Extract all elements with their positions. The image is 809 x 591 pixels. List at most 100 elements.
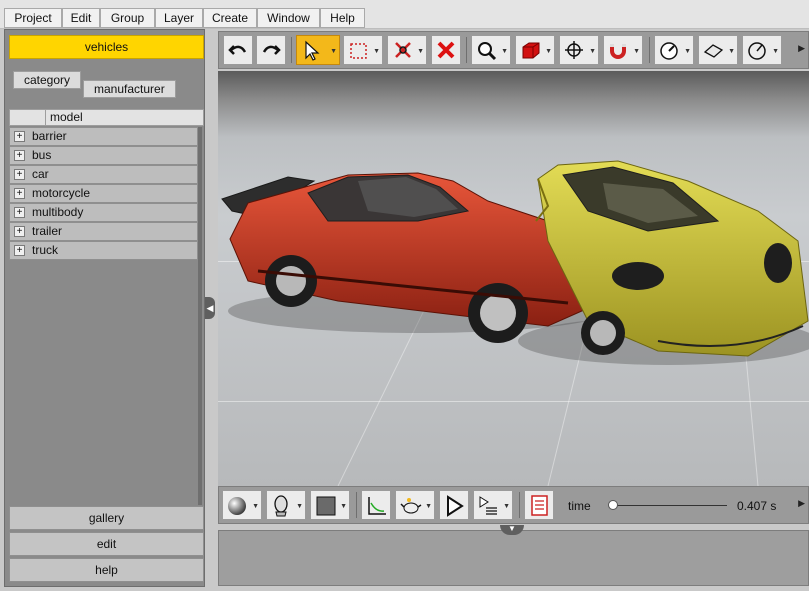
create-object-button[interactable]: ▼ <box>515 35 555 65</box>
dropdown-arrow-icon: ▼ <box>684 48 691 55</box>
gallery-button[interactable]: gallery <box>9 506 204 530</box>
expand-icon[interactable]: + <box>14 188 25 199</box>
undo-icon <box>228 45 247 55</box>
material-button[interactable]: ▼ <box>222 490 262 520</box>
select-pointer-icon <box>305 40 320 61</box>
rectangle-select-button[interactable]: ▼ <box>343 35 383 65</box>
cut-button[interactable]: ▼ <box>387 35 427 65</box>
menu-edit[interactable]: Edit <box>62 8 100 28</box>
delete-button[interactable] <box>431 35 461 65</box>
filter-category[interactable]: category <box>13 71 82 89</box>
playback-toolbar: ▼ ▼ ▼ ▼ ▼ time 0.407 s ▶ <box>218 486 809 524</box>
playlist-button[interactable]: ▼ <box>473 490 513 520</box>
time-slider-knob[interactable] <box>608 500 618 510</box>
output-panel <box>218 530 809 586</box>
tree-item-label: car <box>32 167 49 181</box>
menu-project[interactable]: Project <box>4 8 62 28</box>
expand-icon[interactable]: + <box>14 169 25 180</box>
dropdown-arrow-icon: ▼ <box>772 48 779 55</box>
sphere-icon <box>228 497 246 515</box>
collapse-panel-handle[interactable]: ◀ <box>205 297 215 319</box>
tree-scrollbar[interactable] <box>198 127 202 505</box>
expand-icon[interactable]: + <box>14 207 25 218</box>
expand-icon[interactable]: + <box>14 245 25 256</box>
report-button[interactable] <box>524 490 554 520</box>
help-button[interactable]: help <box>9 558 204 582</box>
dropdown-arrow-icon: ▼ <box>373 48 380 55</box>
sensor-button[interactable]: ▼ <box>654 35 694 65</box>
dropdown-arrow-icon: ▼ <box>252 503 259 510</box>
measure-button[interactable]: ▼ <box>698 35 738 65</box>
toolbar-separator <box>291 37 292 63</box>
column-header-spacer <box>10 110 46 125</box>
report-icon <box>531 495 548 516</box>
undo-button[interactable] <box>223 35 253 65</box>
dropdown-arrow-icon: ▼ <box>633 48 640 55</box>
tree-item-bus[interactable]: + bus <box>9 146 198 165</box>
tree-item-truck[interactable]: + truck <box>9 241 198 260</box>
time-value: 0.407 s <box>737 499 777 513</box>
color-swatch-icon <box>316 496 336 516</box>
select-tool-button[interactable]: ▼ <box>296 35 340 65</box>
library-panel: vehicles category manufacturer model + b… <box>4 29 205 587</box>
toolbar-separator <box>356 492 357 518</box>
ruler-plane-icon <box>703 44 724 58</box>
delete-x-icon <box>437 41 455 59</box>
tree-item-motorcycle[interactable]: + motorcycle <box>9 184 198 203</box>
play-list-icon <box>479 496 497 515</box>
background-color-button[interactable]: ▼ <box>310 490 350 520</box>
expand-icon[interactable]: + <box>14 226 25 237</box>
rectangle-select-icon <box>350 43 367 59</box>
head-icon <box>274 495 288 517</box>
move-tool-button[interactable]: ▼ <box>559 35 599 65</box>
tree-item-label: truck <box>32 243 59 257</box>
redo-icon <box>262 45 281 55</box>
dropdown-arrow-icon: ▼ <box>728 48 735 55</box>
plot-button[interactable] <box>361 490 391 520</box>
scissors-icon <box>395 42 411 58</box>
main-toolbar: ▼ ▼ ▼ ▼ ▼ ▼ ▼ ▼ ▼ ▼ ▶ <box>218 31 809 69</box>
crash-scene-render <box>221 160 809 486</box>
redo-button[interactable] <box>256 35 286 65</box>
tab-vehicles[interactable]: vehicles <box>9 35 204 59</box>
menu-create[interactable]: Create <box>203 8 257 28</box>
play-button[interactable] <box>439 490 469 520</box>
snap-button[interactable]: ▼ <box>603 35 643 65</box>
filter-manufacturer[interactable]: manufacturer <box>83 80 176 98</box>
time-slider-track[interactable] <box>610 505 727 506</box>
human-model-button[interactable]: ▼ <box>266 490 306 520</box>
expand-icon[interactable]: + <box>14 131 25 142</box>
edit-button[interactable]: edit <box>9 532 204 556</box>
tree-item-trailer[interactable]: + trailer <box>9 222 198 241</box>
menu-layer[interactable]: Layer <box>155 8 203 28</box>
toolbar-separator <box>519 492 520 518</box>
tree-item-multibody[interactable]: + multibody <box>9 203 198 222</box>
3d-viewport[interactable] <box>218 71 809 486</box>
tree-item-label: trailer <box>32 224 63 238</box>
teapot-icon <box>400 498 422 514</box>
time-label: time <box>568 499 591 513</box>
tree-item-car[interactable]: + car <box>9 165 198 184</box>
toolbar-separator <box>466 37 467 63</box>
dropdown-arrow-icon: ▼ <box>330 48 337 55</box>
menu-window[interactable]: Window <box>257 8 320 28</box>
menu-help[interactable]: Help <box>320 8 365 28</box>
zoom-button[interactable]: ▼ <box>471 35 511 65</box>
column-header[interactable]: model <box>9 109 204 126</box>
expand-icon[interactable]: + <box>14 150 25 161</box>
chart-icon <box>368 497 386 515</box>
column-header-model[interactable]: model <box>46 110 203 125</box>
play-icon <box>447 495 464 517</box>
menu-group[interactable]: Group <box>100 8 155 28</box>
dropdown-arrow-icon: ▼ <box>296 503 303 510</box>
tree-item-label: motorcycle <box>32 186 91 200</box>
dropdown-arrow-icon: ▼ <box>417 48 424 55</box>
dropdown-arrow-icon: ▼ <box>501 48 508 55</box>
tree-item-barrier[interactable]: + barrier <box>9 127 198 146</box>
animation-button[interactable]: ▼ <box>395 490 435 520</box>
toolbar-overflow-icon[interactable]: ▶ <box>798 43 805 54</box>
toolbar-overflow-icon[interactable]: ▶ <box>798 498 805 509</box>
dropdown-arrow-icon: ▼ <box>503 503 510 510</box>
dial-icon <box>748 42 766 60</box>
dial-button[interactable]: ▼ <box>742 35 782 65</box>
